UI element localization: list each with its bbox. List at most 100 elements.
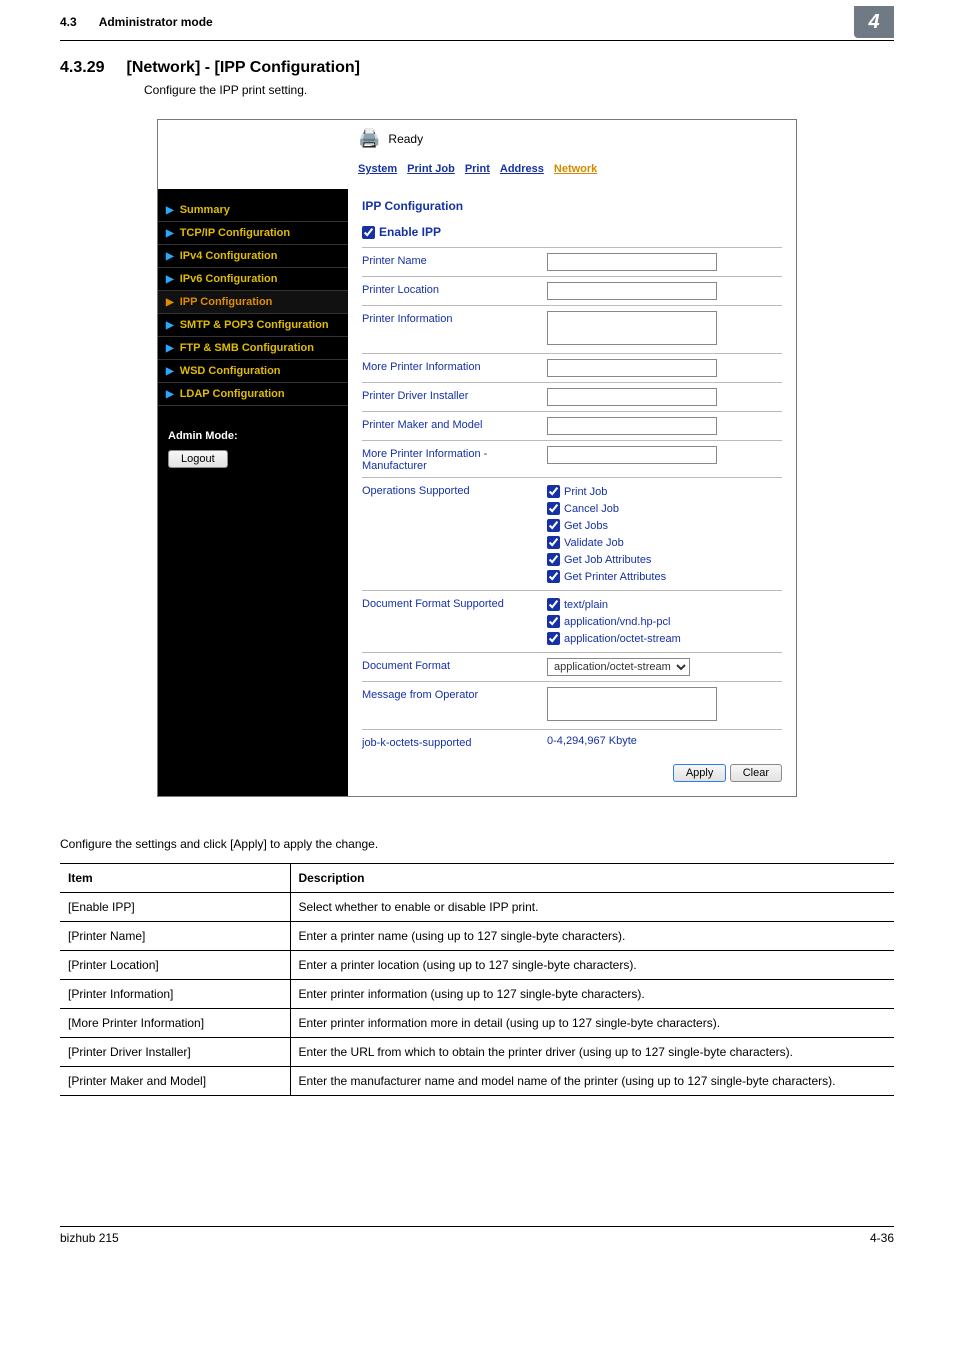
select-docfmt[interactable]: application/octet-stream bbox=[547, 658, 690, 676]
input-printer-name[interactable] bbox=[547, 253, 717, 271]
table-row: [Printer Maker and Model]Enter the manuf… bbox=[60, 1067, 894, 1096]
chk-label: application/octet-stream bbox=[564, 633, 681, 645]
chevron-right-icon: ▶ bbox=[166, 389, 174, 400]
row-message-operator: Message from Operator bbox=[362, 681, 782, 729]
sidebar-item-label: FTP & SMB Configuration bbox=[180, 342, 314, 354]
row-docfmt-select: Document Format application/octet-stream bbox=[362, 652, 782, 681]
label-printer-location: Printer Location bbox=[362, 282, 547, 296]
label-message-operator: Message from Operator bbox=[362, 687, 547, 701]
section-intro: Configure the IPP print setting. bbox=[144, 83, 894, 97]
td-item: [Printer Location] bbox=[60, 951, 290, 980]
input-printer-information[interactable] bbox=[547, 311, 717, 345]
sidebar-item-ipp[interactable]: ▶ IPP Configuration bbox=[158, 291, 348, 314]
table-row: [Printer Driver Installer]Enter the URL … bbox=[60, 1038, 894, 1067]
table-row: [Printer Location]Enter a printer locati… bbox=[60, 951, 894, 980]
tab-system[interactable]: System bbox=[358, 163, 397, 175]
td-desc: Select whether to enable or disable IPP … bbox=[290, 893, 894, 922]
tabs-row: System Print Job Print Address Network bbox=[358, 163, 786, 175]
sidebar-item-tcpip[interactable]: ▶ TCP/IP Configuration bbox=[158, 222, 348, 245]
tab-print-job[interactable]: Print Job bbox=[407, 163, 455, 175]
input-more-info-manuf[interactable] bbox=[547, 446, 717, 464]
section-heading: 4.3.29 [Network] - [IPP Configuration] bbox=[60, 59, 894, 77]
chevron-right-icon: ▶ bbox=[166, 297, 174, 308]
chk-label: Get Printer Attributes bbox=[564, 571, 666, 583]
label-docfmt: Document Format bbox=[362, 658, 547, 672]
row-job-k-octets: job-k-octets-supported 0-4,294,967 Kbyte bbox=[362, 729, 782, 754]
label-docfmt-supported: Document Format Supported bbox=[362, 596, 547, 610]
chevron-right-icon: ▶ bbox=[166, 251, 174, 262]
tab-print[interactable]: Print bbox=[465, 163, 490, 175]
configure-instruction: Configure the settings and click [Apply]… bbox=[60, 837, 894, 851]
clear-button[interactable]: Clear bbox=[730, 764, 782, 782]
sidebar-item-wsd[interactable]: ▶WSD Configuration bbox=[158, 360, 348, 383]
chk-get-jobs[interactable] bbox=[547, 519, 560, 532]
chk-print-job[interactable] bbox=[547, 485, 560, 498]
sidebar-item-label: IPv4 Configuration bbox=[180, 250, 278, 262]
sidebar-item-label: LDAP Configuration bbox=[180, 388, 285, 400]
row-printer-name: Printer Name bbox=[362, 247, 782, 276]
footer-left: bizhub 215 bbox=[60, 1231, 119, 1245]
input-driver-installer[interactable] bbox=[547, 388, 717, 406]
tab-address[interactable]: Address bbox=[500, 163, 544, 175]
td-desc: Enter the manufacturer name and model na… bbox=[290, 1067, 894, 1096]
chk-label: Cancel Job bbox=[564, 503, 619, 515]
sidebar-item-smtp-pop3[interactable]: ▶SMTP & POP3 Configuration bbox=[158, 314, 348, 337]
enable-ipp-checkbox[interactable] bbox=[362, 226, 375, 239]
chk-vnd-hp-pcl[interactable] bbox=[547, 615, 560, 628]
value-job-k-octets: 0-4,294,967 Kbyte bbox=[547, 735, 782, 747]
td-item: [Printer Maker and Model] bbox=[60, 1067, 290, 1096]
sidebar-item-label: IPP Configuration bbox=[180, 296, 273, 308]
chk-cancel-job[interactable] bbox=[547, 502, 560, 515]
input-maker-model[interactable] bbox=[547, 417, 717, 435]
app-screenshot: 🖨️ Ready System Print Job Print Address … bbox=[157, 119, 797, 797]
chk-get-job-attr[interactable] bbox=[547, 553, 560, 566]
th-item: Item bbox=[60, 864, 290, 893]
section-number: 4.3.29 bbox=[60, 59, 104, 77]
chk-label: Get Jobs bbox=[564, 520, 608, 532]
chk-label: text/plain bbox=[564, 599, 608, 611]
tab-network[interactable]: Network bbox=[554, 163, 597, 175]
chevron-right-icon: ▶ bbox=[166, 274, 174, 285]
input-printer-location[interactable] bbox=[547, 282, 717, 300]
chevron-right-icon: ▶ bbox=[166, 228, 174, 239]
td-desc: Enter printer information (using up to 1… bbox=[290, 980, 894, 1009]
sidebar-item-label: TCP/IP Configuration bbox=[180, 227, 290, 239]
chk-octet-stream[interactable] bbox=[547, 632, 560, 645]
apply-button[interactable]: Apply bbox=[673, 764, 727, 782]
chk-validate-job[interactable] bbox=[547, 536, 560, 549]
label-maker-model: Printer Maker and Model bbox=[362, 417, 547, 431]
td-item: [Printer Information] bbox=[60, 980, 290, 1009]
chk-label: Validate Job bbox=[564, 537, 624, 549]
table-row: [Printer Information]Enter printer infor… bbox=[60, 980, 894, 1009]
row-more-printer-info: More Printer Information bbox=[362, 353, 782, 382]
input-message-operator[interactable] bbox=[547, 687, 717, 721]
td-desc: Enter a printer name (using up to 127 si… bbox=[290, 922, 894, 951]
td-item: [Enable IPP] bbox=[60, 893, 290, 922]
sidebar-item-label: SMTP & POP3 Configuration bbox=[180, 319, 329, 331]
page-header: 4.3 Administrator mode 4 bbox=[60, 0, 894, 41]
logout-button[interactable]: Logout bbox=[168, 450, 228, 468]
label-printer-information: Printer Information bbox=[362, 311, 547, 325]
sidebar-item-label: WSD Configuration bbox=[180, 365, 281, 377]
chevron-right-icon: ▶ bbox=[166, 343, 174, 354]
sidebar-item-ldap[interactable]: ▶ LDAP Configuration bbox=[158, 383, 348, 406]
status-row: 🖨️ Ready bbox=[358, 128, 786, 149]
th-desc: Description bbox=[290, 864, 894, 893]
header-section-number: 4.3 bbox=[60, 15, 77, 29]
content-pane: IPP Configuration Enable IPP Printer Nam… bbox=[348, 189, 796, 796]
chk-get-printer-attr[interactable] bbox=[547, 570, 560, 583]
sidebar-item-ipv6[interactable]: ▶IPv6 Configuration bbox=[158, 268, 348, 291]
chk-text-plain[interactable] bbox=[547, 598, 560, 611]
chevron-right-icon: ▶ bbox=[166, 205, 174, 216]
row-printer-information: Printer Information bbox=[362, 305, 782, 353]
label-job-k-octets: job-k-octets-supported bbox=[362, 735, 547, 749]
input-more-printer-info[interactable] bbox=[547, 359, 717, 377]
sidebar-item-ipv4[interactable]: ▶ IPv4 Configuration bbox=[158, 245, 348, 268]
sidebar-item-summary[interactable]: ▶Summary bbox=[158, 199, 348, 222]
status-ready-label: Ready bbox=[388, 132, 423, 146]
td-item: [Printer Name] bbox=[60, 922, 290, 951]
content-heading: IPP Configuration bbox=[362, 199, 782, 213]
table-row: [Enable IPP]Select whether to enable or … bbox=[60, 893, 894, 922]
sidebar-item-ftp-smb[interactable]: ▶ FTP & SMB Configuration bbox=[158, 337, 348, 360]
page-footer: bizhub 215 4-36 bbox=[60, 1226, 894, 1245]
